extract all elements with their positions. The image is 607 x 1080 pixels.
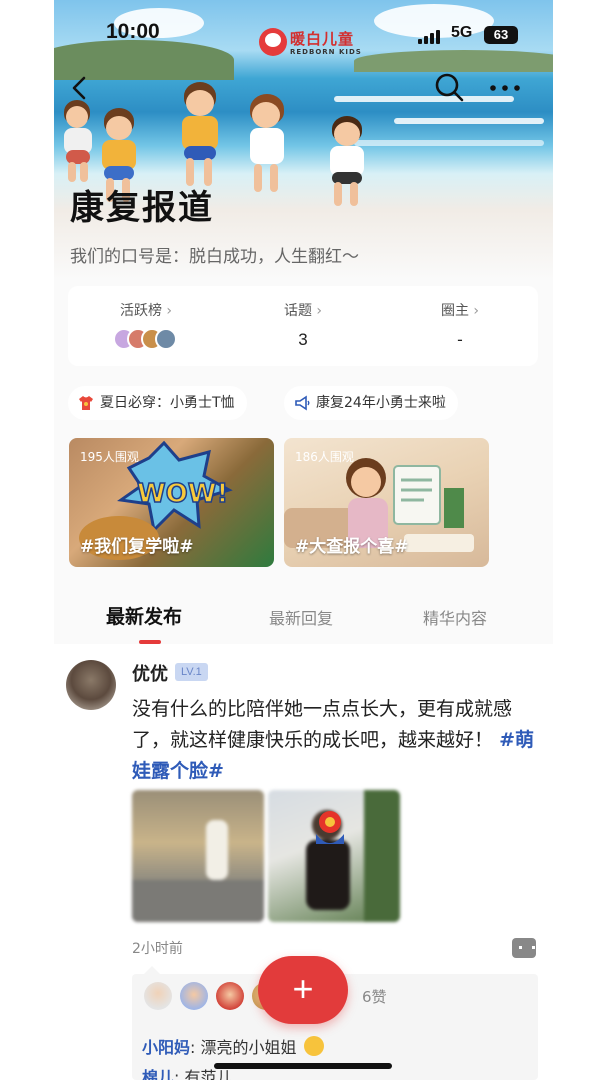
stat-value: - [457,330,463,349]
avatar[interactable] [66,660,116,710]
stat-topics[interactable]: 话题 3 [225,286,381,366]
comment-user[interactable]: 棉儿 [142,1068,174,1080]
pinned-post[interactable]: 康复24年小勇士来啦 [284,386,458,420]
post-image[interactable] [132,790,264,922]
tab-latest-posts[interactable]: 最新发布 [106,602,182,629]
home-indicator [214,1063,392,1069]
post-username[interactable]: 优优 [132,660,168,686]
stat-active-ranking[interactable]: 活跃榜 [68,286,224,366]
more-dots-icon [490,85,520,91]
search-icon [435,73,464,102]
active-avatars [113,328,179,350]
sticker-flower-icon [316,811,344,844]
topic-views: 195人围观 [80,450,139,464]
like-count[interactable]: 6赞 [362,986,387,1007]
brand-name-en: REDBORN KIDS [290,48,362,56]
brand-name: 暖白儿童 [290,30,355,48]
megaphone-icon [295,395,310,411]
post-time: 2小时前 [132,941,183,957]
tshirt-icon [79,396,93,410]
avatar [155,328,177,350]
signal-icon [418,30,444,44]
stat-owner[interactable]: 圈主 - [382,286,538,366]
brand-logo-icon [259,28,287,56]
svg-text:WOW!: WOW! [137,479,228,509]
comment-item[interactable]: 小阳妈: 漂亮的小姐姐 [142,1034,324,1058]
more-button[interactable] [488,78,522,98]
topic-card[interactable]: WOW! 195人围观 #我们复学啦# [69,438,274,567]
kid-illustration [240,94,294,198]
stat-value: 3 [298,330,308,349]
avatar[interactable] [216,982,244,1010]
kid-illustration [172,82,228,192]
comment-text: : 漂亮的小姐姐 [190,1038,297,1057]
wink-emoji-icon [303,1036,324,1056]
avatar[interactable] [180,982,208,1010]
pinned-label: 康复24年小勇士来啦 [316,395,446,411]
search-button[interactable] [434,72,464,102]
post-text: 没有什么的比陪伴她一点点长大，更有成就感了，就这样健康快乐的成长吧，越来越好！ [132,698,513,751]
pinned-post[interactable]: 夏日必穿：小勇士T恤 [68,386,247,420]
topic-name: #我们复学啦# [80,537,194,557]
chevron-left-icon [72,76,86,100]
level-badge: LV.1 [175,663,208,681]
group-slogan: 我们的口号是：脱白成功，人生翻红～ [70,247,359,267]
battery-icon: 63 [484,26,518,44]
comment-button[interactable] [512,938,536,958]
create-post-button[interactable]: + [258,956,348,1024]
stat-label: 圈主 [382,300,538,320]
topic-card[interactable]: 186人围观 #大查报个喜# [284,438,489,567]
kid-illustration [322,116,376,212]
network-type: 5G [451,24,473,41]
tab-featured[interactable]: 精华内容 [423,605,487,629]
feed-tabs: 最新发布 最新回复 精华内容 [54,592,553,644]
avatar[interactable] [144,982,172,1010]
page-title: 康复报道 [70,188,214,228]
app-screen: 10:00 暖白儿童 REDBORN KIDS 5G 63 康复报道 我们的口号… [54,0,553,1080]
topic-views: 186人围观 [295,450,354,464]
back-button[interactable] [68,74,92,102]
pinned-label: 夏日必穿：小勇士T恤 [100,395,235,411]
post-content[interactable]: 没有什么的比陪伴她一点点长大，更有成就感了，就这样健康快乐的成长吧，越来越好！ … [132,694,542,787]
topic-name: #大查报个喜# [295,537,409,557]
tab-latest-replies[interactable]: 最新回复 [269,605,333,629]
comment-user[interactable]: 小阳妈 [142,1038,190,1057]
stats-card: 活跃榜 话题 3 圈主 - [68,286,538,366]
comment-text: : 有范儿 [174,1068,233,1080]
status-bar: 10:00 暖白儿童 REDBORN KIDS 5G 63 [54,18,553,56]
status-time: 10:00 [106,20,160,43]
stat-label: 活跃榜 [68,300,224,320]
stat-label: 话题 [225,300,381,320]
